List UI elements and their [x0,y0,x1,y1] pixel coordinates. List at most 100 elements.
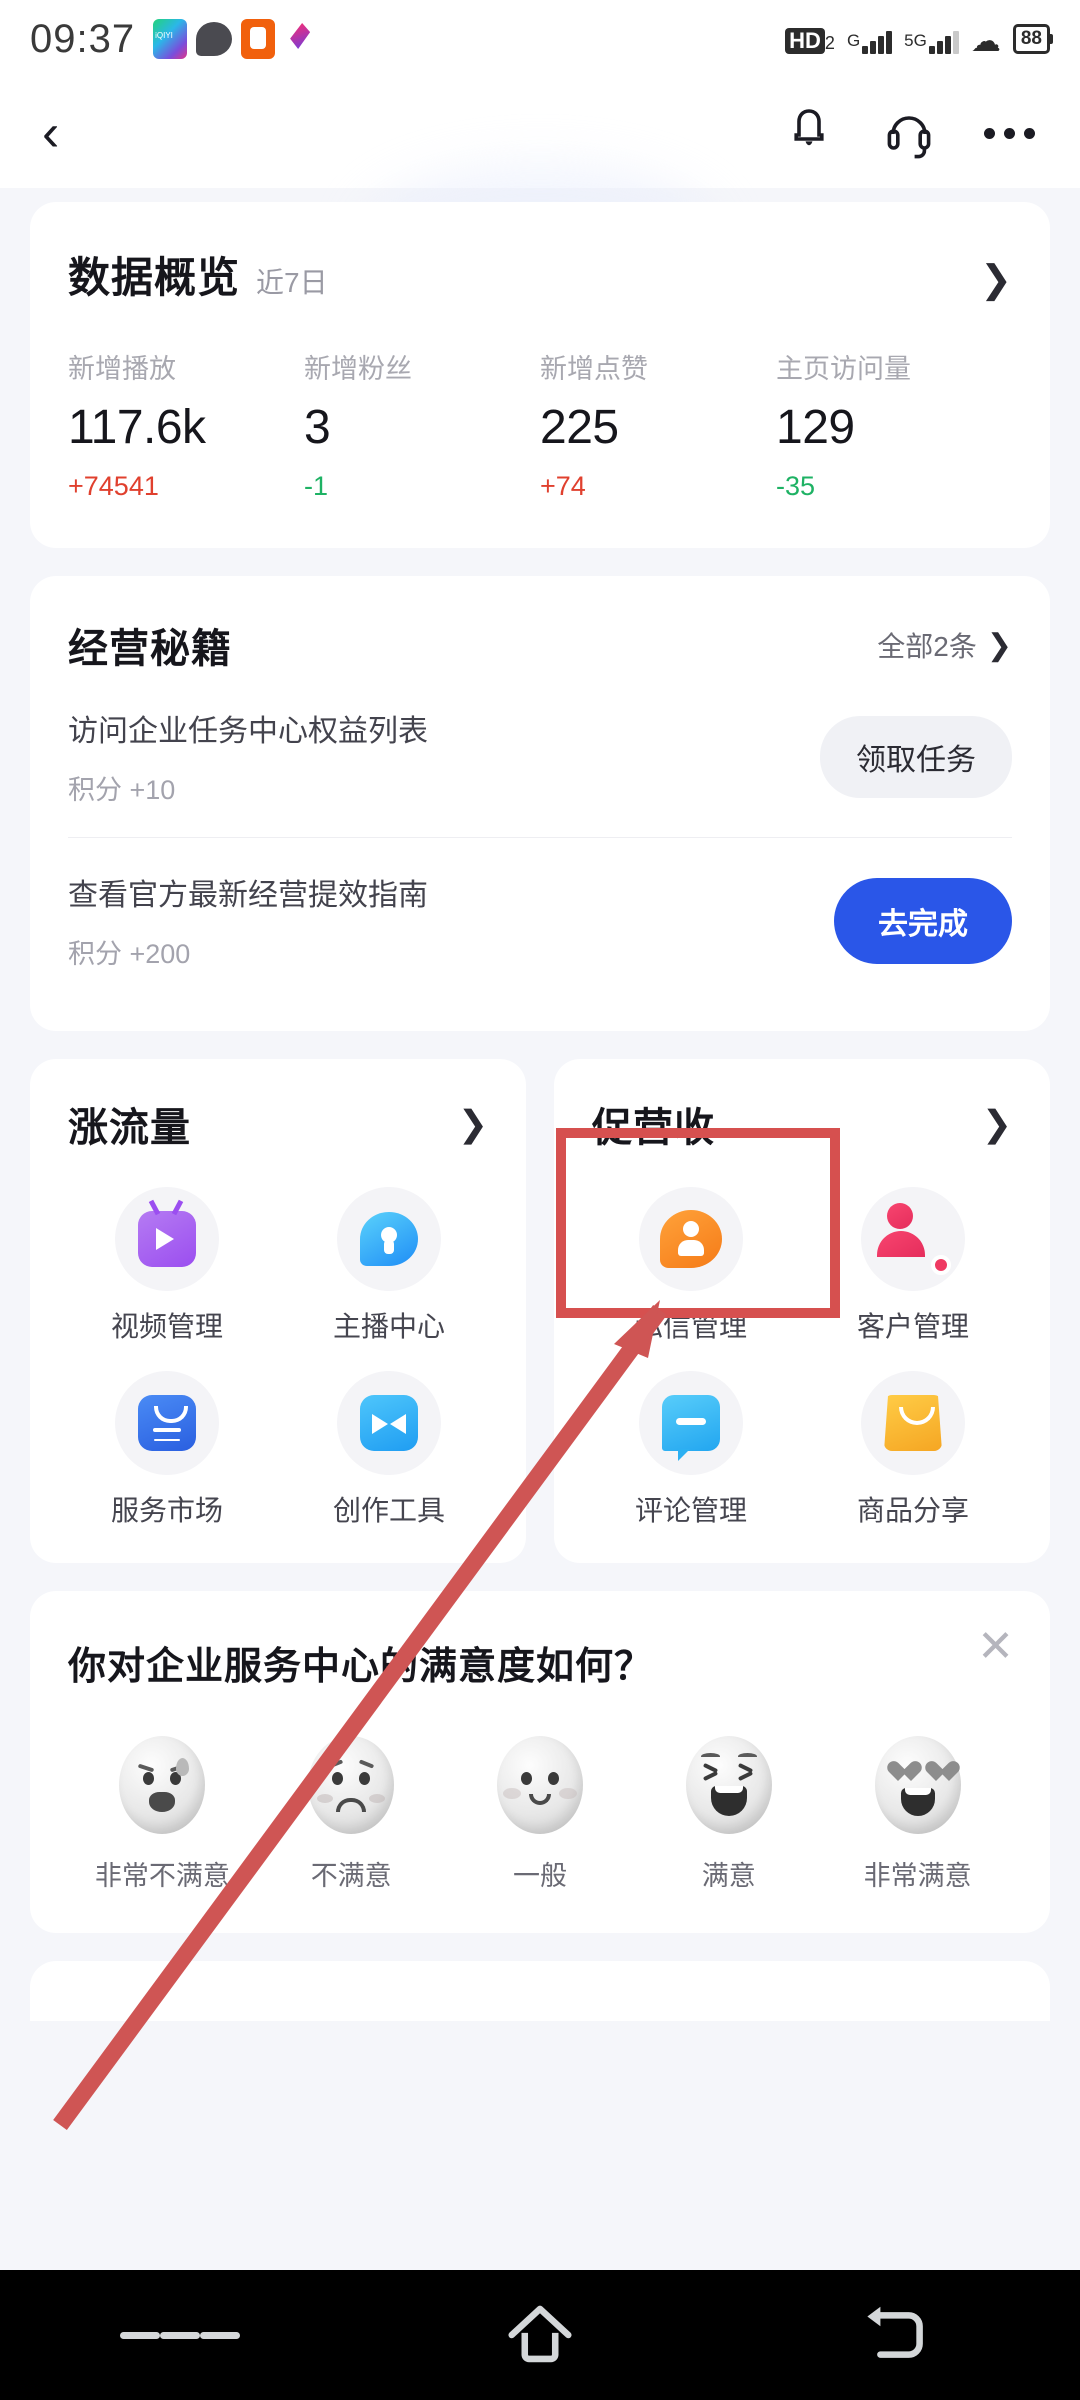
tips-view-all-label: 全部2条 [877,631,977,662]
status-time: 09:37 [30,16,136,61]
survey-option-label: 一般 [512,1861,567,1891]
metric-delta: -1 [304,471,329,501]
crying-face-icon [119,1736,206,1834]
feature-label: 评论管理 [634,1495,747,1526]
survey-option-satisfied[interactable]: 满意 [634,1736,823,1893]
status-indicators: HD 2 G 5G ☁ 88 [785,24,1054,57]
sad-face-icon [308,1736,395,1834]
feature-item-product-share[interactable]: 商品分享 [802,1371,1024,1529]
neutral-face-icon [496,1736,583,1834]
anchor-center-icon [337,1187,441,1291]
survey-option-very-satisfied[interactable]: 非常满意 [823,1736,1012,1893]
status-bar: 09:37 HD2 G 5G ☁ 88 [0,0,1080,78]
overview-chevron-right-icon[interactable]: ❯ [980,257,1012,302]
task-points: 积分 +200 [68,939,191,969]
back-chevron-icon[interactable]: ‹ [42,107,59,159]
headset-icon[interactable] [880,104,938,162]
survey-option-label: 非常不满意 [94,1861,230,1891]
pink-app-icon [284,19,319,59]
metric-label: 主页访问量 [776,354,911,384]
metric-delta: +74541 [68,471,159,501]
metric-label: 新增点赞 [540,354,648,384]
page-title: 数据概览 [68,254,241,301]
creation-tools-icon [337,1371,441,1475]
metric-item[interactable]: 新增粉丝 3 -1 [304,347,540,502]
metric-value: 129 [776,401,855,454]
tips-view-all-link[interactable]: 全部2条 ❯ [877,625,1012,665]
sim1-signal-icon: G [847,31,893,54]
metric-value: 225 [540,401,619,454]
grow-traffic-title: 涨流量 [68,1106,191,1150]
metrics-row: 新增播放 117.6k +74541 新增粉丝 3 -1 新增点赞 225 +7… [68,347,1012,502]
status-app-icons [153,19,319,59]
chevron-right-icon: ❯ [986,628,1012,662]
metric-item[interactable]: 新增点赞 225 +74 [540,347,776,502]
survey-option-label: 不满意 [310,1861,392,1891]
feature-label: 客户管理 [856,1311,969,1342]
feature-item-service-market[interactable]: 服务市场 [56,1371,278,1529]
claim-task-button[interactable]: 领取任务 [820,715,1012,798]
more-options-icon[interactable] [980,104,1038,162]
metric-delta: -35 [776,471,816,501]
metric-delta: +74 [540,471,586,501]
back-icon[interactable] [840,2295,960,2375]
feature-label: 私信管理 [634,1311,747,1342]
survey-options-row: 非常不满意 不满意 一般 满意 非常满意 [68,1736,1012,1893]
grow-traffic-chevron-right-icon[interactable]: ❯ [458,1103,488,1145]
tips-title: 经营秘籍 [68,627,232,671]
feature-label: 主播中心 [332,1311,445,1342]
hd-voice-icon: HD 2 [785,28,835,54]
metric-label: 新增粉丝 [304,354,412,384]
comment-management-icon [639,1371,743,1475]
customer-management-icon [861,1187,965,1291]
overview-period: 近7日 [256,267,328,298]
business-tips-card: 经营秘籍 全部2条 ❯ 访问企业任务中心权益列表 积分 +10 领取任务 查看官… [30,576,1050,1031]
task-row: 查看官方最新经营提效指南 积分 +200 去完成 [68,837,1012,1001]
task-points: 积分 +10 [68,775,176,805]
go-complete-button[interactable]: 去完成 [834,877,1012,964]
metric-label: 新增播放 [68,354,176,384]
chat-bubble-icon [196,22,233,56]
service-market-icon [115,1371,219,1475]
grow-traffic-card: 涨流量 ❯ 视频管理 主播中心 服务市场 创作工具 [30,1059,526,1563]
feature-label: 商品分享 [856,1495,969,1526]
feature-item-video-management[interactable]: 视频管理 [56,1187,278,1345]
feature-item-anchor-center[interactable]: 主播中心 [278,1187,500,1345]
feature-item-direct-message[interactable]: 私信管理 [580,1187,802,1345]
battery-indicator: 88 [1012,24,1054,54]
feature-item-comment-management[interactable]: 评论管理 [580,1371,802,1529]
feature-item-customer-management[interactable]: 客户管理 [802,1187,1024,1345]
sim2-signal-icon: 5G [904,31,959,54]
close-icon[interactable]: ✕ [977,1625,1014,1669]
feature-label: 创作工具 [332,1495,445,1526]
survey-option-very-dissatisfied[interactable]: 非常不满意 [68,1736,257,1893]
metric-value: 117.6k [68,401,206,454]
iqiyi-icon [153,19,188,59]
satisfaction-survey-card: ✕ 你对企业服务中心的满意度如何？ 非常不满意 不满意 一般 满意 非常满意 [30,1591,1050,1933]
menu-icon[interactable] [120,2295,240,2375]
direct-message-icon [639,1187,743,1291]
feature-label: 视频管理 [110,1311,223,1342]
metric-item[interactable]: 新增播放 117.6k +74541 [68,347,304,502]
metric-item[interactable]: 主页访问量 129 -35 [776,347,1012,502]
home-icon[interactable] [480,2295,600,2375]
feature-item-creation-tools[interactable]: 创作工具 [278,1371,500,1529]
survey-question: 你对企业服务中心的满意度如何？ [68,1646,654,1688]
task-title: 查看官方最新经营提效指南 [68,879,428,912]
survey-option-dissatisfied[interactable]: 不满意 [257,1736,446,1893]
feature-label: 服务市场 [110,1495,223,1526]
bell-icon[interactable] [780,104,838,162]
happy-face-icon [685,1736,772,1834]
task-row: 访问企业任务中心权益列表 积分 +10 领取任务 [68,674,1012,837]
survey-option-label: 满意 [701,1861,756,1891]
boost-revenue-chevron-right-icon[interactable]: ❯ [982,1103,1012,1145]
metric-value: 3 [304,401,331,454]
heart-eyes-face-icon [874,1736,961,1834]
task-title: 访问企业任务中心权益列表 [68,715,428,748]
boost-revenue-title: 促营收 [592,1106,715,1150]
survey-option-neutral[interactable]: 一般 [446,1736,635,1893]
video-management-icon [115,1187,219,1291]
data-overview-card[interactable]: 数据概览 近7日 ❯ 新增播放 117.6k +74541 新增粉丝 3 -1 … [30,202,1050,548]
survey-option-label: 非常满意 [863,1861,972,1891]
orange-app-icon [241,19,276,59]
